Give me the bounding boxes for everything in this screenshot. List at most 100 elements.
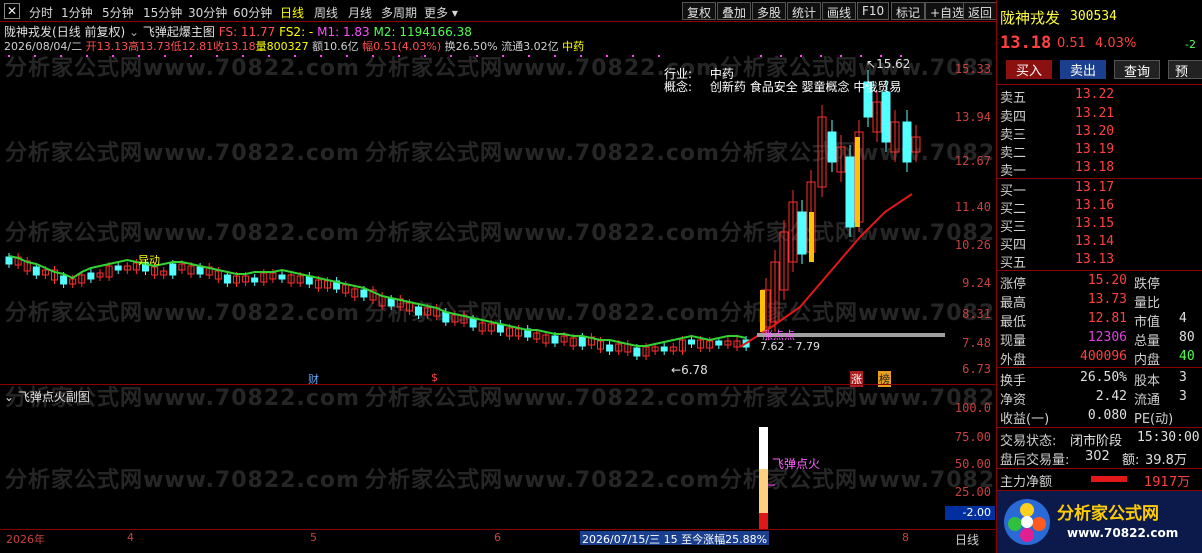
signal-dot: [450, 55, 452, 57]
signal-dot: [580, 55, 582, 57]
sub-axis-label: 100.0: [954, 401, 991, 415]
period-tab-weekly[interactable]: 周线: [314, 4, 338, 21]
x-axis-label: 8: [902, 531, 909, 544]
draw-line-button[interactable]: 画线: [822, 2, 857, 20]
candle-body: [551, 335, 559, 344]
divider: [997, 84, 1202, 85]
status-tab-daily[interactable]: 日线: [955, 531, 979, 548]
brand-logo: 分析家公式网 www.70822.com: [997, 491, 1202, 553]
ask-row[interactable]: 卖二 13.19: [997, 142, 1202, 161]
x-axis-label: 6: [494, 531, 501, 544]
bid-row[interactable]: 买四 13.14: [997, 234, 1202, 253]
bid-row[interactable]: 买五 13.13: [997, 252, 1202, 271]
ask-row[interactable]: 卖一 13.18: [997, 160, 1202, 179]
multi-stock-button[interactable]: 多股: [752, 2, 787, 20]
ask-row[interactable]: 卖四 13.21: [997, 106, 1202, 125]
x-axis-label: 4: [127, 531, 134, 544]
candle-body: [87, 272, 95, 280]
period-tab-1min[interactable]: 1分钟: [61, 4, 93, 21]
candle-body: [223, 274, 231, 284]
period-tab-5min[interactable]: 5分钟: [102, 4, 134, 21]
divider: [997, 270, 1202, 271]
close-icon[interactable]: ✕: [4, 3, 20, 19]
fundamental-label: 流通: [1134, 393, 1161, 408]
back-button[interactable]: 返回: [963, 2, 998, 20]
signal-dot: [86, 55, 88, 57]
buy-button[interactable]: 买入: [1006, 60, 1052, 79]
bid-price: 13.13: [1075, 252, 1115, 267]
fuquan-button[interactable]: 复权: [682, 2, 717, 20]
period-tab-monthly[interactable]: 月线: [348, 4, 372, 21]
bid-label: 买五: [1000, 256, 1027, 271]
ask-label: 卖一: [1000, 164, 1027, 179]
net-flow-bar: [1091, 476, 1127, 482]
period-tab-60min[interactable]: 60分钟: [233, 4, 272, 21]
x-axis-status: 2026/07/15/三 15 至今涨幅25.88%: [580, 531, 770, 546]
candle-body: [688, 339, 695, 345]
bid-row[interactable]: 买三 13.15: [997, 216, 1202, 235]
signal-dot: [268, 55, 270, 57]
fundamental-label: PE(动): [1134, 412, 1174, 427]
signal-bar: [809, 212, 814, 262]
arrow-icon: ←: [671, 363, 682, 377]
candle-body: [881, 91, 891, 143]
preorder-button[interactable]: 预: [1168, 60, 1202, 80]
high-annotation: ↖15.62: [866, 57, 910, 71]
period-tab-fenshi[interactable]: 分时: [29, 4, 53, 21]
signal-dot: [800, 55, 802, 57]
candle-body: [251, 277, 259, 283]
period-tab-more[interactable]: 更多 ▾: [424, 4, 458, 21]
period-tab-15min[interactable]: 15分钟: [143, 4, 182, 21]
fundamental-label: 净资: [1000, 393, 1027, 408]
candle-body: [715, 340, 723, 346]
stat-value: 4: [1179, 311, 1187, 326]
trade-time: 15:30:00: [1137, 430, 1200, 445]
sell-button[interactable]: 卖出: [1060, 60, 1106, 79]
bid-label: 买一: [1000, 184, 1027, 199]
logo-url: www.70822.com: [1067, 526, 1179, 540]
stat-row: 现量 12306 总量 80: [997, 330, 1202, 349]
overlay-button[interactable]: 叠加: [717, 2, 752, 20]
statistics-button[interactable]: 统计: [787, 2, 822, 20]
signal-dot: [780, 55, 782, 57]
bid-label: 买三: [1000, 220, 1027, 235]
fundamental-value: 3: [1179, 389, 1187, 404]
ask-row[interactable]: 卖五 13.22: [997, 87, 1202, 106]
stat-row: 外盘 400096 内盘 40: [997, 349, 1202, 368]
stat-label: 量比: [1134, 296, 1161, 311]
price-axis-label: 11.40: [954, 200, 991, 214]
low-annotation: ←6.78: [671, 363, 708, 377]
stat-value: 12.81: [1087, 311, 1127, 326]
more-label: 更多: [424, 6, 449, 20]
period-tab-multi[interactable]: 多周期: [381, 4, 417, 21]
candle-body: [278, 274, 286, 280]
net-flow-value: 1917万: [1144, 475, 1191, 490]
signal-dot: [216, 55, 218, 57]
fundamental-value: 26.50%: [1080, 370, 1127, 385]
signal-dot: [632, 55, 634, 57]
fundamental-value: 0.080: [1087, 408, 1127, 423]
bid-row[interactable]: 买二 13.16: [997, 198, 1202, 217]
net-flow-row: 主力净额 1917万: [997, 471, 1202, 490]
mark-button[interactable]: 标记: [891, 2, 926, 20]
ask-row[interactable]: 卖三 13.20: [997, 124, 1202, 143]
high-annotation-value: 15.62: [876, 57, 911, 71]
kline-chart-area[interactable]: 分析家公式网www.70822.com 分析家公式网www.70822.com …: [0, 22, 1074, 553]
logo-text: 分析家公式网: [1057, 504, 1159, 524]
stat-value: 15.20: [1087, 273, 1127, 288]
signal-dot: [658, 55, 660, 57]
ask-label: 卖二: [1000, 146, 1027, 161]
f10-button[interactable]: F10: [857, 2, 890, 20]
signal-bar: [855, 137, 860, 227]
candle-body: [660, 346, 668, 352]
sub-axis-label: 75.00: [954, 430, 991, 444]
divider: [997, 468, 1202, 469]
dollar-marker[interactable]: $: [431, 371, 438, 384]
after-hours-amount-label: 额:: [1122, 453, 1140, 468]
fundamental-label: 收益(一): [1000, 412, 1050, 427]
period-tab-30min[interactable]: 30分钟: [188, 4, 227, 21]
period-tab-daily[interactable]: 日线: [280, 4, 304, 21]
query-button[interactable]: 查询: [1114, 60, 1160, 80]
after-hours-amount: 39.8万: [1145, 453, 1187, 468]
bid-row[interactable]: 买一 13.17: [997, 180, 1202, 199]
